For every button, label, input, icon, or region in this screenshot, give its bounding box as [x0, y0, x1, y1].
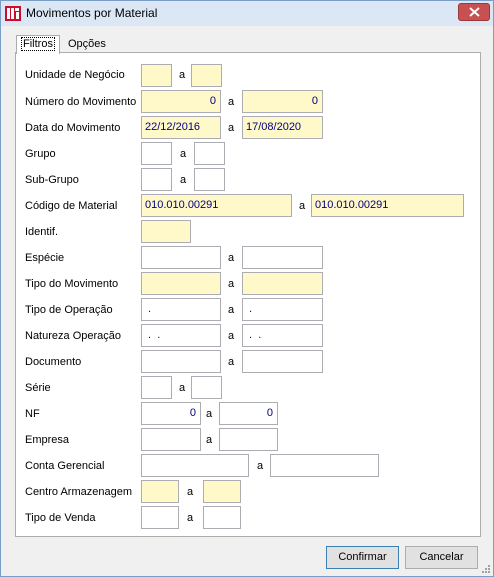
resize-grip-icon[interactable]: [481, 564, 491, 574]
natureza-operacao-from-input[interactable]: . .: [141, 324, 221, 347]
tab-opcoes-label: Opções: [68, 38, 106, 50]
especie-to-input[interactable]: [242, 246, 323, 269]
natureza-operacao-sep: a: [228, 330, 235, 342]
confirm-button[interactable]: Confirmar: [326, 546, 399, 569]
documento-from-input[interactable]: [141, 350, 221, 373]
empresa-label: Empresa: [25, 434, 70, 446]
serie-from-input[interactable]: [141, 376, 172, 399]
tipo-operacao-from-input[interactable]: .: [141, 298, 221, 321]
tab-filtros-label: Filtros: [21, 37, 55, 51]
serie-label: Série: [25, 382, 51, 394]
nf-from-input[interactable]: 0: [141, 402, 201, 425]
natureza-operacao-label: Natureza Operação: [25, 330, 121, 342]
centro-armazenagem-from-input[interactable]: [141, 480, 179, 503]
unidade-negocio-to-input[interactable]: [191, 64, 222, 87]
tipo-movimento-from-input[interactable]: [141, 272, 221, 295]
dialog-window: Movimentos por Material Filtros Opções U…: [0, 0, 494, 577]
conta-gerencial-to-input[interactable]: [270, 454, 379, 477]
window-title: Movimentos por Material: [26, 6, 158, 20]
conta-gerencial-label: Conta Gerencial: [25, 460, 105, 472]
identif-input[interactable]: [141, 220, 191, 243]
centro-armazenagem-sep: a: [187, 486, 194, 498]
documento-label: Documento: [25, 356, 82, 368]
numero-movimento-label: Número do Movimento: [25, 96, 137, 108]
title-bar[interactable]: Movimentos por Material: [1, 1, 493, 26]
natureza-operacao-to-input[interactable]: . .: [242, 324, 323, 347]
tipo-operacao-to-input[interactable]: .: [242, 298, 323, 321]
documento-to-input[interactable]: [242, 350, 323, 373]
identif-label: Identif.: [25, 226, 59, 238]
codigo-material-to-input[interactable]: 010.010.00291: [311, 194, 464, 217]
tipo-operacao-label: Tipo de Operação: [25, 304, 113, 316]
sub-grupo-to-input[interactable]: [194, 168, 225, 191]
app-logo-icon: [5, 5, 21, 21]
grupo-sep: a: [180, 148, 187, 160]
codigo-material-label: Código de Material: [25, 200, 118, 212]
numero-movimento-from-input[interactable]: 0: [141, 90, 221, 113]
tipo-operacao-sep: a: [228, 304, 235, 316]
tipo-movimento-sep: a: [228, 278, 235, 290]
unidade-negocio-from-input[interactable]: [141, 64, 172, 87]
centro-armazenagem-label: Centro Armazenagem: [25, 486, 132, 498]
nf-sep: a: [206, 408, 213, 420]
tipo-venda-to-input[interactable]: [203, 506, 241, 529]
tipo-venda-from-input[interactable]: [141, 506, 179, 529]
tipo-movimento-to-input[interactable]: [242, 272, 323, 295]
tipo-venda-label: Tipo de Venda: [25, 512, 96, 524]
unidade-negocio-label: Unidade de Negócio: [25, 69, 125, 81]
data-movimento-to-input[interactable]: 17/08/2020: [242, 116, 323, 139]
codigo-material-from-input[interactable]: 010.010.00291: [141, 194, 292, 217]
grupo-to-input[interactable]: [194, 142, 225, 165]
centro-armazenagem-to-input[interactable]: [203, 480, 241, 503]
grupo-label: Grupo: [25, 148, 56, 160]
grupo-from-input[interactable]: [141, 142, 172, 165]
especie-from-input[interactable]: [141, 246, 221, 269]
codigo-material-sep: a: [299, 200, 306, 212]
unidade-negocio-sep: a: [179, 69, 186, 81]
sub-grupo-from-input[interactable]: [141, 168, 172, 191]
numero-movimento-sep: a: [228, 96, 235, 108]
tab-opcoes[interactable]: Opções: [63, 37, 111, 53]
empresa-from-input[interactable]: [141, 428, 201, 451]
empresa-to-input[interactable]: [219, 428, 278, 451]
data-movimento-label: Data do Movimento: [25, 122, 121, 134]
serie-sep: a: [179, 382, 186, 394]
especie-label: Espécie: [25, 252, 65, 264]
documento-sep: a: [228, 356, 235, 368]
numero-movimento-to-input[interactable]: 0: [242, 90, 323, 113]
sub-grupo-label: Sub-Grupo: [25, 174, 79, 186]
conta-gerencial-from-input[interactable]: [141, 454, 249, 477]
cancel-button[interactable]: Cancelar: [405, 546, 478, 569]
data-movimento-sep: a: [228, 122, 235, 134]
tipo-movimento-label: Tipo do Movimento: [25, 278, 119, 290]
tipo-venda-sep: a: [187, 512, 194, 524]
empresa-sep: a: [206, 434, 213, 446]
nf-label: NF: [25, 408, 40, 420]
close-button[interactable]: [458, 3, 490, 21]
serie-to-input[interactable]: [191, 376, 222, 399]
close-icon: [469, 7, 480, 17]
especie-sep: a: [228, 252, 235, 264]
sub-grupo-sep: a: [180, 174, 187, 186]
data-movimento-from-input[interactable]: 22/12/2016: [141, 116, 221, 139]
conta-gerencial-sep: a: [257, 460, 264, 472]
tab-filtros[interactable]: Filtros: [16, 35, 60, 54]
nf-to-input[interactable]: 0: [219, 402, 278, 425]
